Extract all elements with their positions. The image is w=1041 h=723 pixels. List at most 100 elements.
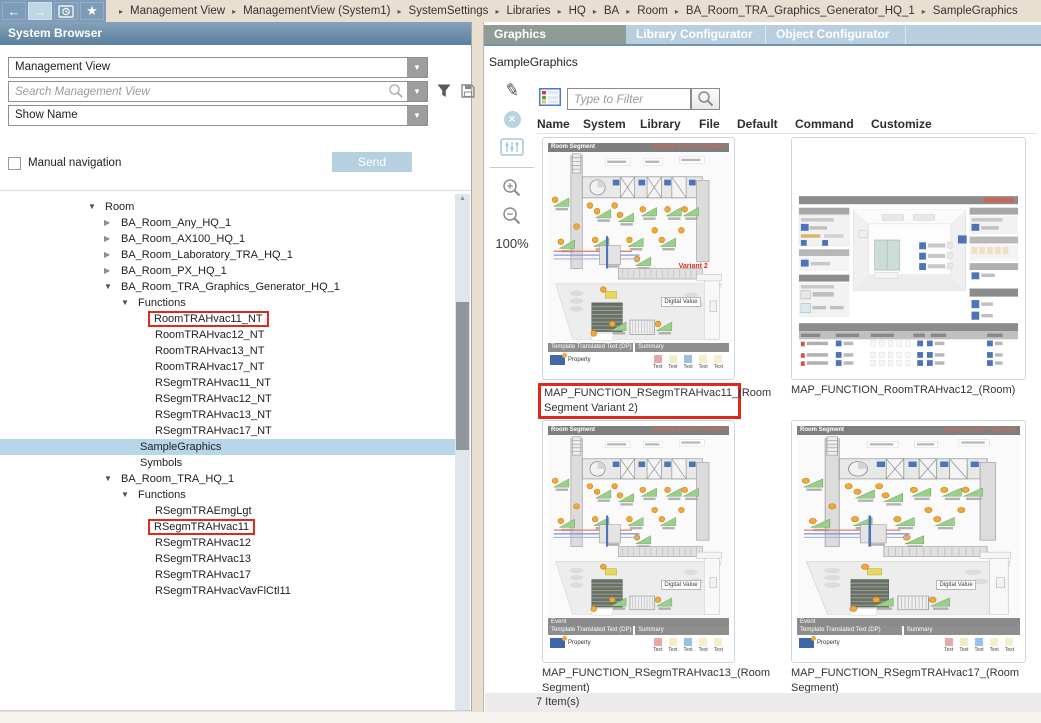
breadcrumb-separator-icon: ▸	[675, 7, 679, 16]
tree-item[interactable]: Functions	[0, 487, 455, 503]
settings-sliders-button[interactable]	[488, 133, 536, 161]
tree-item[interactable]: BA_Room_Any_HQ_1	[0, 215, 455, 231]
tree-item[interactable]: SampleGraphics	[0, 439, 455, 455]
column-header[interactable]: System	[583, 114, 640, 133]
tree-item[interactable]: RSegmTRAHvac13_NT	[0, 407, 455, 423]
graphic-thumbnail[interactable]: Room Segment segment is set to "not used…	[542, 420, 735, 663]
breadcrumb-item[interactable]: ▸BA_Room_TRA_Graphics_Generator_HQ_1	[668, 5, 915, 17]
zoom-in-button[interactable]	[488, 174, 536, 202]
tree-item[interactable]: Room	[0, 199, 455, 215]
history-button[interactable]	[54, 2, 78, 20]
back-button[interactable]: ←	[2, 2, 26, 20]
breadcrumb-item[interactable]: ▸Room	[619, 5, 668, 17]
tree-item[interactable]: RSegmTRAHvac11_NT	[0, 375, 455, 391]
cancel-button[interactable]: ✕	[488, 105, 536, 133]
panel-title: System Browser	[8, 26, 102, 40]
expander-icon[interactable]	[104, 263, 118, 279]
tree-item[interactable]: BA_Room_AX100_HQ_1	[0, 231, 455, 247]
zoom-out-button[interactable]	[488, 202, 536, 230]
tree-item[interactable]: Symbols	[0, 455, 455, 471]
graphic-caption[interactable]: MAP_FUNCTION_RSegmTRAHvac11_(Room Segmen…	[538, 383, 741, 419]
filter-input[interactable]	[567, 88, 691, 110]
thumbnail-footer: Template Translated Text (DP)Summary Pro…	[797, 626, 1020, 657]
tree-item[interactable]: BA_Room_Laboratory_TRA_HQ_1	[0, 247, 455, 263]
filter-search-button[interactable]	[691, 88, 720, 110]
navigation-buttons: ← → ★	[0, 0, 106, 22]
status-icon	[684, 638, 692, 646]
graphic-caption[interactable]: MAP_FUNCTION_RSegmTRAHvac13_(Room Segmen…	[542, 666, 744, 696]
column-header[interactable]: Command	[795, 114, 871, 133]
expander-icon[interactable]	[88, 199, 102, 215]
room-schematic	[797, 143, 1020, 374]
favorites-button[interactable]: ★	[80, 2, 104, 20]
tree-item[interactable]: RoomTRAHvac11_NT	[0, 311, 455, 327]
breadcrumb-item[interactable]: ▸BA	[586, 5, 619, 17]
tree-item[interactable]: RoomTRAHvac17_NT	[0, 359, 455, 375]
column-header[interactable]: Name	[537, 114, 583, 133]
chevron-down-icon[interactable]: ▼	[407, 58, 427, 77]
view-selector[interactable]: Management View ▼	[8, 57, 428, 78]
tree-item[interactable]: RoomTRAHvac12_NT	[0, 327, 455, 343]
tree-item[interactable]: RSegmTRAHvac12_NT	[0, 391, 455, 407]
tree-item[interactable]: RSegmTRAHvacVavFlCtl11	[0, 583, 455, 599]
expander-icon[interactable]	[104, 231, 118, 247]
tree-item[interactable]: Functions	[0, 295, 455, 311]
breadcrumb-item[interactable]: ▸Management View	[112, 5, 225, 17]
graphic-thumbnail[interactable]: Room Segment segment is set to "not used…	[542, 137, 735, 380]
tab[interactable]: Object Configurator	[766, 25, 906, 44]
search-input[interactable]	[8, 81, 428, 102]
expander-icon[interactable]	[121, 487, 135, 503]
tree-item[interactable]: RSegmTRAHvac17	[0, 567, 455, 583]
edit-button[interactable]: ✎	[488, 77, 536, 105]
tree-item[interactable]: RSegmTRAHvac12	[0, 535, 455, 551]
manual-navigation-checkbox[interactable]	[8, 157, 21, 170]
tree-scrollbar[interactable]: ▲	[455, 194, 470, 723]
system-tree: Device Room BA_Room_Any_HQ_1 BA_Room_AX1…	[0, 194, 455, 723]
filter-icon[interactable]	[436, 83, 452, 104]
expander-icon[interactable]	[104, 247, 118, 263]
graphic-caption[interactable]: MAP_FUNCTION_RoomTRAHvac12_(Room)	[791, 383, 1026, 398]
display-mode-selector[interactable]: Show Name ▼	[8, 105, 428, 126]
status-icon	[654, 638, 662, 646]
expander-icon[interactable]	[104, 215, 118, 231]
scroll-up-icon[interactable]: ▲	[455, 195, 470, 202]
view-mode-button[interactable]	[539, 88, 561, 111]
breadcrumb-separator-icon: ▸	[119, 7, 123, 16]
breadcrumb-item[interactable]: ▸SampleGraphics	[915, 5, 1018, 17]
breadcrumb-separator-icon: ▸	[495, 7, 499, 16]
graphic-caption[interactable]: MAP_FUNCTION_RSegmTRAHvac17_(Room Segmen…	[791, 666, 993, 696]
column-header[interactable]: Default	[737, 114, 795, 133]
alert-text: segment is set to "not used"	[652, 426, 726, 435]
tree-item[interactable]: RSegmTRAHvac13	[0, 551, 455, 567]
column-header[interactable]: Library	[640, 114, 699, 133]
tree-item[interactable]: RSegmTRAHvac17_NT	[0, 423, 455, 439]
status-icon	[669, 355, 677, 363]
chevron-down-icon[interactable]: ▼	[407, 106, 427, 125]
column-header[interactable]: File	[699, 114, 737, 133]
tree-item[interactable]: RSegmTRAEmgLgt	[0, 503, 455, 519]
tree-item[interactable]: RoomTRAHvac13_NT	[0, 343, 455, 359]
expander-icon[interactable]	[104, 279, 118, 295]
send-button[interactable]: Send	[332, 152, 412, 172]
breadcrumb-item[interactable]: ▸SystemSettings	[391, 5, 489, 17]
variant-label: Variant 2	[679, 263, 708, 270]
tab[interactable]: Graphics	[484, 25, 626, 44]
scrollbar-thumb[interactable]	[456, 302, 469, 450]
breadcrumb-item[interactable]: ▸HQ	[551, 5, 586, 17]
graphic-thumbnail[interactable]: Room Segment segment is set to "not used…	[791, 420, 1026, 663]
column-header[interactable]: Customize	[871, 114, 961, 133]
forward-button[interactable]: →	[28, 2, 52, 20]
tree-item[interactable]: BA_Room_PX_HQ_1	[0, 263, 455, 279]
tree-item[interactable]: BA_Room_TRA_Graphics_Generator_HQ_1	[0, 279, 455, 295]
breadcrumb-item[interactable]: ▸Libraries	[488, 5, 550, 17]
tree-item[interactable]: BA_Room_TRA_HQ_1	[0, 471, 455, 487]
tree-item[interactable]: RSegmTRAHvac11	[0, 519, 455, 535]
system-browser-header: System Browser	[0, 22, 471, 45]
graphic-thumbnail[interactable]: Room	[791, 137, 1026, 380]
save-icon[interactable]	[460, 83, 476, 104]
breadcrumb-item[interactable]: ▸ManagementView (System1)	[225, 5, 390, 17]
tab[interactable]: Library Configurator	[626, 25, 766, 44]
expander-icon[interactable]	[121, 295, 135, 311]
expander-icon[interactable]	[104, 471, 118, 487]
search-chevron-down-icon[interactable]: ▼	[407, 82, 427, 101]
